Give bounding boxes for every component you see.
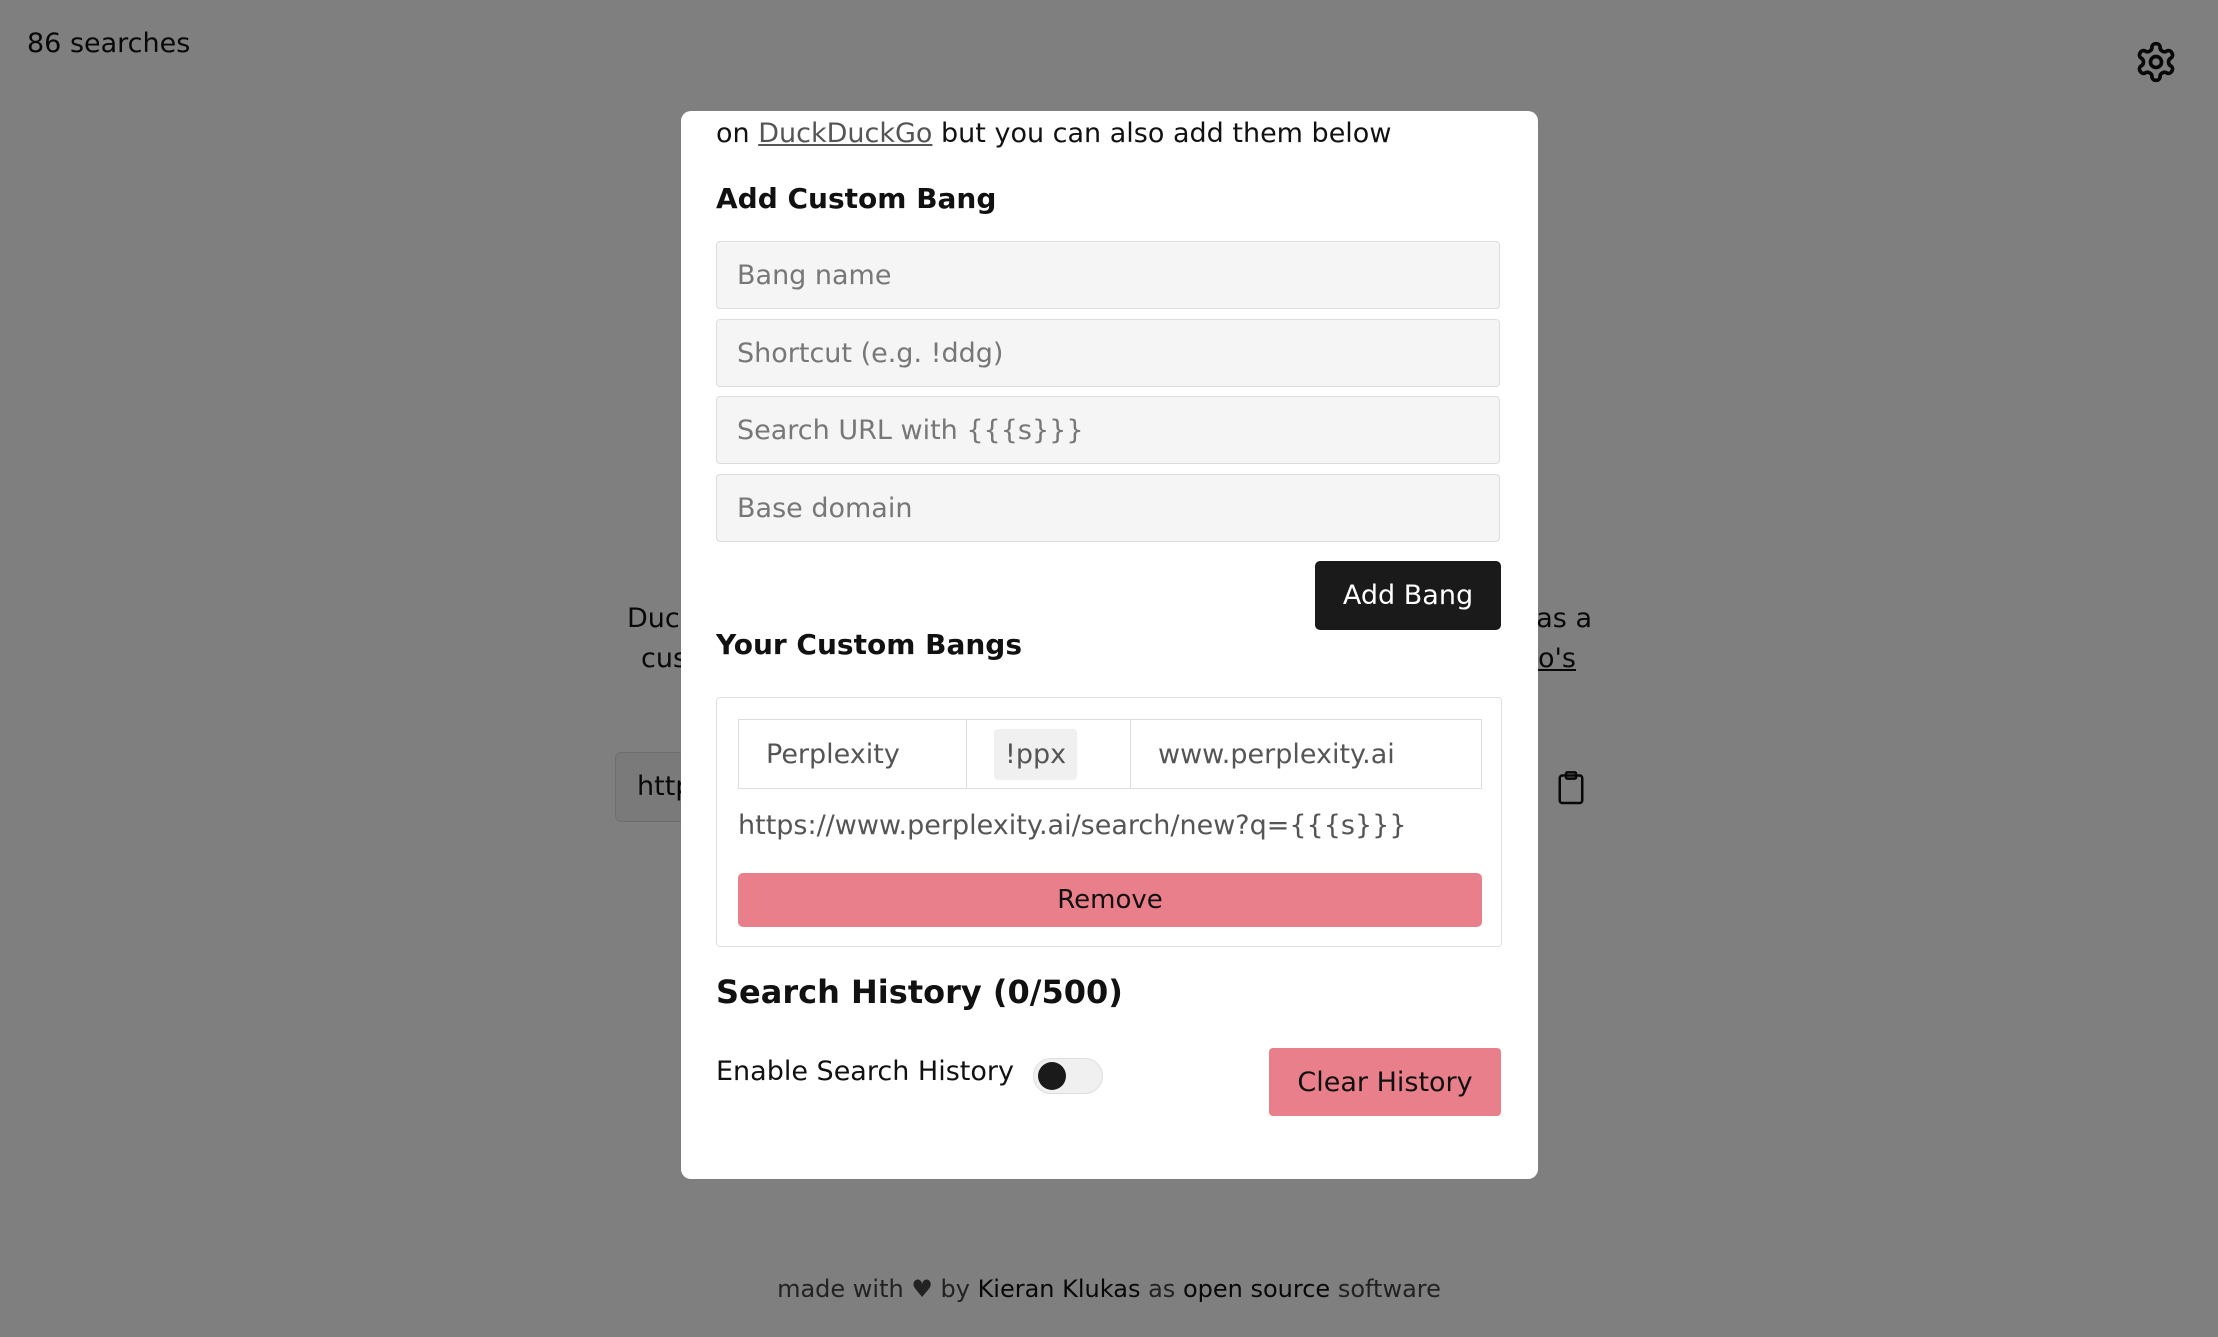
intro-prefix: on [716, 118, 750, 149]
custom-bangs-heading: Your Custom Bangs [716, 628, 1023, 661]
bang-domain-input[interactable] [716, 474, 1500, 542]
intro-text: on DuckDuckGo but you can also add them … [716, 118, 1391, 149]
add-custom-bang-heading: Add Custom Bang [716, 182, 997, 215]
bang-name: Perplexity [739, 720, 967, 788]
bang-shortcut: !ppx [994, 728, 1078, 780]
bang-url-input[interactable] [716, 396, 1500, 464]
bang-domain: www.perplexity.ai [1158, 738, 1395, 770]
remove-bang-button[interactable]: Remove [738, 873, 1482, 927]
custom-bang-card: Perplexity !ppx www.perplexity.ai https:… [716, 697, 1502, 947]
bang-shortcut-input[interactable] [716, 319, 1500, 387]
intro-suffix: but you can also add them below [941, 118, 1392, 149]
search-history-heading: Search History (0/500) [716, 973, 1123, 1011]
add-bang-button[interactable]: Add Bang [1315, 561, 1501, 630]
custom-bang-row: Perplexity !ppx www.perplexity.ai [738, 719, 1482, 789]
bang-name-input[interactable] [716, 241, 1500, 309]
bang-shortcut-cell: !ppx [967, 720, 1131, 788]
history-toggle[interactable] [1033, 1058, 1103, 1094]
settings-modal: on DuckDuckGo but you can also add them … [681, 111, 1538, 1179]
toggle-knob [1038, 1062, 1066, 1090]
duckduckgo-link[interactable]: DuckDuckGo [758, 118, 932, 149]
clear-history-button[interactable]: Clear History [1269, 1048, 1501, 1116]
bang-url: https://www.perplexity.ai/search/new?q={… [738, 810, 1407, 841]
enable-history-label: Enable Search History [716, 1056, 1014, 1087]
